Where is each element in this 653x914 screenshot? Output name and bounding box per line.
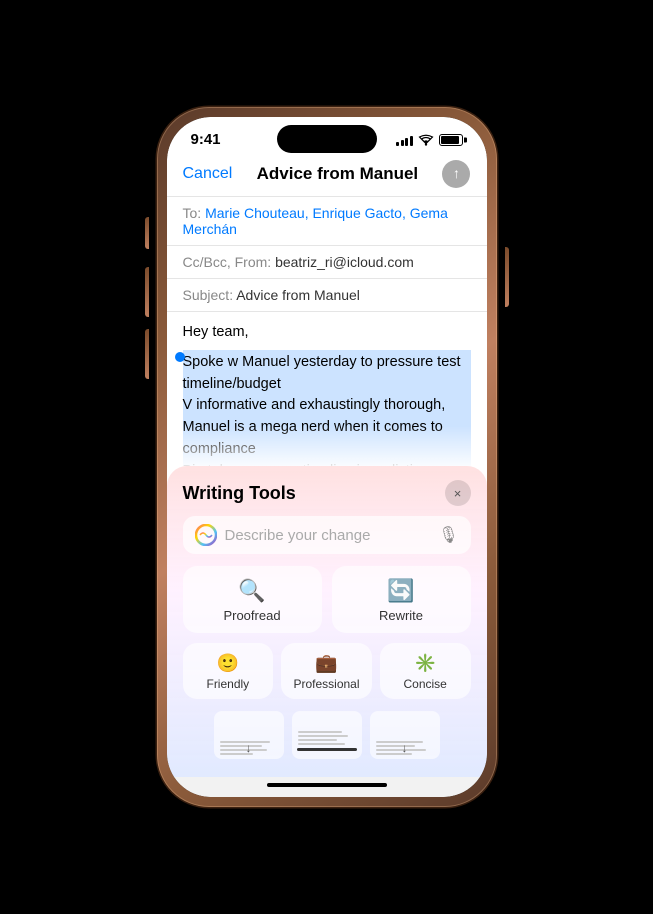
- thumb-line: [298, 731, 343, 733]
- proofread-button[interactable]: 🔍 Proofread: [183, 566, 322, 633]
- friendly-button[interactable]: 🙂 Friendly: [183, 643, 274, 699]
- writing-tools-tone-buttons: 🙂 Friendly 💼 Professional ✳️ Concise: [183, 643, 471, 699]
- to-value: Marie Chouteau, Enrique Gacto, Gema Merc…: [183, 205, 448, 237]
- selected-text: Spoke w Manuel yesterday to pressure tes…: [183, 350, 471, 466]
- thumb-lines-2: [298, 727, 354, 745]
- rewrite-label: Rewrite: [379, 608, 423, 623]
- thumb-line: [220, 745, 262, 747]
- concise-label: Concise: [404, 677, 447, 691]
- thumbnail-1[interactable]: ↓: [214, 711, 284, 759]
- close-icon: ×: [454, 486, 462, 501]
- thumb-arrow-3: ↓: [402, 741, 408, 755]
- battery-fill: [441, 136, 459, 144]
- status-icons: [396, 134, 463, 146]
- professional-label: Professional: [293, 677, 359, 691]
- writing-tools-search-bar[interactable]: Describe your change 🎙: [183, 516, 471, 554]
- proofread-icon: 🔍: [238, 578, 265, 604]
- phone-frame: 9:41: [157, 107, 497, 807]
- mail-compose-header: Cancel Advice from Manuel ↑: [167, 152, 487, 197]
- proofread-label: Proofread: [223, 608, 280, 623]
- subject-value: Advice from Manuel: [236, 287, 360, 303]
- writing-tools-title: Writing Tools: [183, 483, 296, 504]
- phone-screen: 9:41: [167, 117, 487, 797]
- to-field[interactable]: To: Marie Chouteau, Enrique Gacto, Gema …: [167, 197, 487, 246]
- microphone-icon[interactable]: 🎙: [438, 525, 458, 545]
- mute-button[interactable]: [145, 217, 149, 249]
- rewrite-button[interactable]: 🔄 Rewrite: [332, 566, 471, 633]
- signal-bar-1: [396, 142, 399, 146]
- rewrite-icon: 🔄: [387, 578, 414, 604]
- thumbnail-3[interactable]: ↓: [370, 711, 440, 759]
- friendly-label: Friendly: [206, 677, 249, 691]
- home-indicator-area: [167, 777, 487, 797]
- to-label: To:: [183, 205, 206, 221]
- thumb-line: [376, 745, 415, 747]
- ai-orb-icon: [195, 524, 217, 546]
- cancel-button[interactable]: Cancel: [183, 165, 233, 183]
- subject-field[interactable]: Subject: Advice from Manuel: [167, 279, 487, 312]
- thumb-arrow-1: ↓: [246, 741, 252, 755]
- power-button[interactable]: [505, 247, 509, 307]
- writing-tools-panel: Writing Tools ×: [167, 466, 487, 777]
- battery-icon: [439, 134, 463, 146]
- selection-handle: [175, 352, 185, 362]
- thumb-line: [298, 743, 346, 745]
- cc-field[interactable]: Cc/Bcc, From: beatriz_ri@icloud.com: [167, 246, 487, 279]
- wifi-icon: [418, 134, 434, 146]
- home-bar[interactable]: [267, 783, 387, 787]
- cc-label: Cc/Bcc, From:: [183, 254, 276, 270]
- cc-value: beatriz_ri@icloud.com: [275, 254, 414, 270]
- volume-down-button[interactable]: [145, 329, 149, 379]
- signal-bar-3: [405, 138, 408, 146]
- thumb-line: [298, 739, 337, 741]
- signal-bar-2: [401, 140, 404, 146]
- volume-up-button[interactable]: [145, 267, 149, 317]
- writing-tools-close-button[interactable]: ×: [445, 480, 471, 506]
- professional-icon: 💼: [315, 653, 337, 674]
- writing-tools-header: Writing Tools ×: [183, 480, 471, 506]
- send-arrow-icon: ↑: [453, 165, 460, 181]
- search-placeholder: Describe your change: [225, 527, 431, 544]
- selected-text-container: Spoke w Manuel yesterday to pressure tes…: [183, 350, 471, 466]
- send-button[interactable]: ↑: [442, 160, 470, 188]
- friendly-icon: 🙂: [217, 653, 239, 674]
- thumb-line: [376, 741, 424, 743]
- concise-button[interactable]: ✳️ Concise: [380, 643, 471, 699]
- professional-button[interactable]: 💼 Professional: [281, 643, 372, 699]
- mail-title: Advice from Manuel: [257, 164, 419, 184]
- concise-icon: ✳️: [414, 653, 436, 674]
- writing-tools-thumbnails: ↓: [183, 711, 471, 767]
- writing-tools-main-buttons: 🔍 Proofread 🔄 Rewrite: [183, 566, 471, 633]
- mail-body[interactable]: Hey team, Spoke w Manuel yesterday to pr…: [167, 312, 487, 466]
- mail-greeting: Hey team,: [183, 322, 471, 344]
- status-time: 9:41: [191, 131, 221, 148]
- subject-label: Subject:: [183, 287, 237, 303]
- screen-content: 9:41: [167, 117, 487, 797]
- thumbnail-2[interactable]: [292, 711, 362, 759]
- thumb-line: [298, 735, 348, 737]
- thumb-line: [220, 749, 268, 751]
- dynamic-island: [277, 125, 377, 153]
- thumb-home-bar: [297, 748, 357, 751]
- signal-icon: [396, 134, 413, 146]
- signal-bar-4: [410, 136, 413, 146]
